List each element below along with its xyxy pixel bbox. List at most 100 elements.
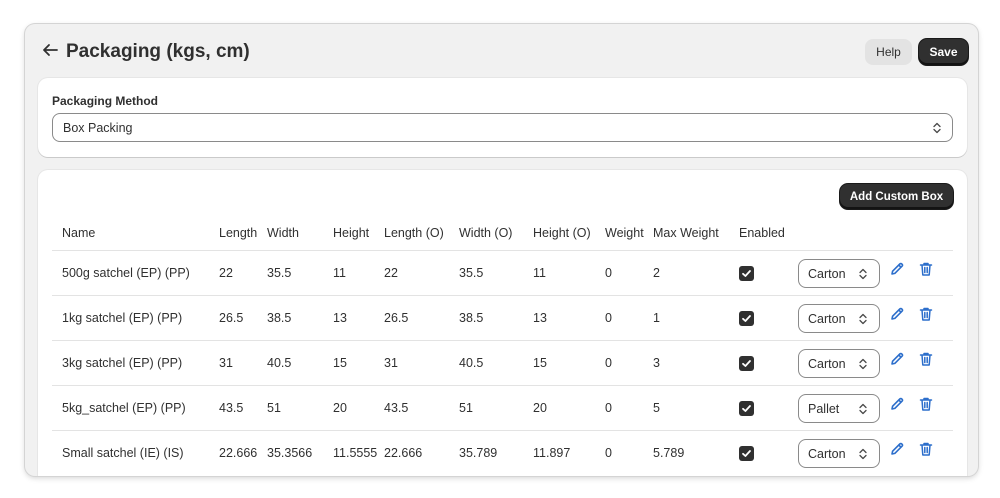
pencil-icon[interactable] [889, 306, 905, 322]
box-height: 13 [323, 294, 379, 340]
boxes-table: Name Length Width Height Length (O) Widt… [52, 216, 953, 475]
box-weight: 0 [595, 249, 648, 295]
packaging-method-label: Packaging Method [52, 94, 159, 108]
box-actions-cell [877, 429, 953, 475]
box-actions-cell [877, 384, 953, 430]
box-width-o: 35.5 [454, 249, 523, 295]
box-height-o: 15 [523, 339, 595, 385]
box-actions-cell [877, 294, 953, 340]
help-button[interactable]: Help [865, 39, 912, 65]
column-header-enabled: Enabled [739, 225, 785, 240]
box-max-weight: 1 [648, 294, 729, 340]
box-weight: 0 [595, 294, 648, 340]
box-type-select[interactable]: Carton [798, 438, 880, 468]
chevron-up-down-icon [933, 122, 941, 134]
chevron-up-down-icon [859, 313, 867, 324]
box-enabled-cell [729, 429, 788, 475]
box-length: 26.5 [209, 294, 262, 340]
box-length-o: 22 [379, 249, 454, 295]
box-weight: 0 [595, 429, 648, 475]
box-enabled-cell [729, 294, 788, 340]
box-type-select[interactable]: Carton [798, 258, 880, 288]
box-name: 1kg satchel (EP) (PP) [52, 294, 209, 340]
box-actions-cell [877, 339, 953, 385]
enabled-checkbox[interactable] [739, 445, 754, 461]
box-max-weight: 3 [648, 339, 729, 385]
page-title: Packaging (kgs, cm) [66, 41, 250, 62]
pencil-icon[interactable] [889, 351, 905, 367]
column-header-max-weight: Max Weight [653, 225, 719, 240]
chevron-up-down-icon [859, 403, 867, 414]
box-type-cell: Carton [788, 294, 880, 340]
box-length: 22 [209, 249, 262, 295]
box-height: 20 [323, 384, 379, 430]
box-length: 31 [209, 339, 262, 385]
column-header-actions [877, 216, 953, 250]
table-row: 500g satchel (EP) (PP) 22 35.5 11 22 35.… [52, 249, 953, 295]
box-length-o: 22.666 [379, 429, 454, 475]
box-type-value: Pallet [808, 401, 840, 416]
box-type-select[interactable]: Carton [798, 348, 880, 378]
chevron-up-down-icon [859, 448, 867, 459]
pencil-icon[interactable] [889, 261, 905, 277]
box-length: 43.5 [209, 384, 262, 430]
box-length-o: 26.5 [379, 294, 454, 340]
table-row: 1kg satchel (EP) (PP) 26.5 38.5 13 26.5 … [52, 294, 953, 340]
trash-icon[interactable] [918, 351, 934, 367]
box-width: 35.3566 [262, 429, 323, 475]
box-height-o: 11.897 [523, 429, 595, 475]
column-header-height: Height [333, 225, 370, 240]
column-header-type [788, 216, 877, 250]
table-row: 3kg satchel (EP) (PP) 31 40.5 15 31 40.5… [52, 339, 953, 385]
box-type-cell: Carton [788, 429, 880, 475]
trash-icon[interactable] [918, 261, 934, 277]
chevron-up-down-icon [859, 358, 867, 369]
trash-icon[interactable] [918, 441, 934, 457]
trash-icon[interactable] [918, 306, 934, 322]
box-name: Small satchel (IE) (IS) [52, 429, 209, 475]
trash-icon[interactable] [918, 396, 934, 412]
boxes-table-body: 500g satchel (EP) (PP) 22 35.5 11 22 35.… [52, 249, 953, 475]
box-height-o: 11 [523, 249, 595, 295]
box-width-o: 38.5 [454, 294, 523, 340]
box-weight: 0 [595, 384, 648, 430]
box-length-o: 43.5 [379, 384, 454, 430]
column-header-height-o: Height (O) [533, 225, 591, 240]
add-custom-box-button[interactable]: Add Custom Box [840, 184, 953, 209]
enabled-checkbox[interactable] [739, 355, 754, 371]
box-max-weight: 2 [648, 249, 729, 295]
enabled-checkbox[interactable] [739, 400, 754, 416]
box-name: 5kg_satchel (EP) (PP) [52, 384, 209, 430]
packaging-method-card: Packaging Method Box Packing [38, 78, 967, 157]
app-window: Packaging (kgs, cm) Help Save Packaging … [25, 24, 978, 476]
box-type-value: Carton [808, 356, 846, 371]
table-row: Small satchel (IE) (IS) 22.666 35.3566 1… [52, 429, 953, 475]
box-width-o: 35.789 [454, 429, 523, 475]
column-header-width-o: Width (O) [459, 225, 513, 240]
column-header-width: Width [267, 225, 299, 240]
box-enabled-cell [729, 384, 788, 430]
chevron-up-down-icon [859, 268, 867, 279]
box-max-weight: 5.789 [648, 429, 729, 475]
enabled-checkbox[interactable] [739, 310, 754, 326]
column-header-length-o: Length (O) [384, 225, 444, 240]
save-button[interactable]: Save [919, 39, 968, 65]
box-type-value: Carton [808, 446, 846, 461]
box-height-o: 20 [523, 384, 595, 430]
checkmark-icon [742, 314, 751, 322]
enabled-checkbox[interactable] [739, 265, 754, 281]
checkmark-icon [742, 269, 751, 277]
box-type-cell: Pallet [788, 384, 880, 430]
checkmark-icon [742, 449, 751, 457]
pencil-icon[interactable] [889, 441, 905, 457]
box-width: 35.5 [262, 249, 323, 295]
arrow-left-icon[interactable] [41, 42, 59, 58]
packaging-method-select[interactable]: Box Packing [52, 113, 953, 142]
box-width: 40.5 [262, 339, 323, 385]
box-type-select[interactable]: Carton [798, 303, 880, 333]
checkmark-icon [742, 359, 751, 367]
pencil-icon[interactable] [889, 396, 905, 412]
box-length-o: 31 [379, 339, 454, 385]
box-type-cell: Carton [788, 339, 880, 385]
box-type-select[interactable]: Pallet [798, 393, 880, 423]
